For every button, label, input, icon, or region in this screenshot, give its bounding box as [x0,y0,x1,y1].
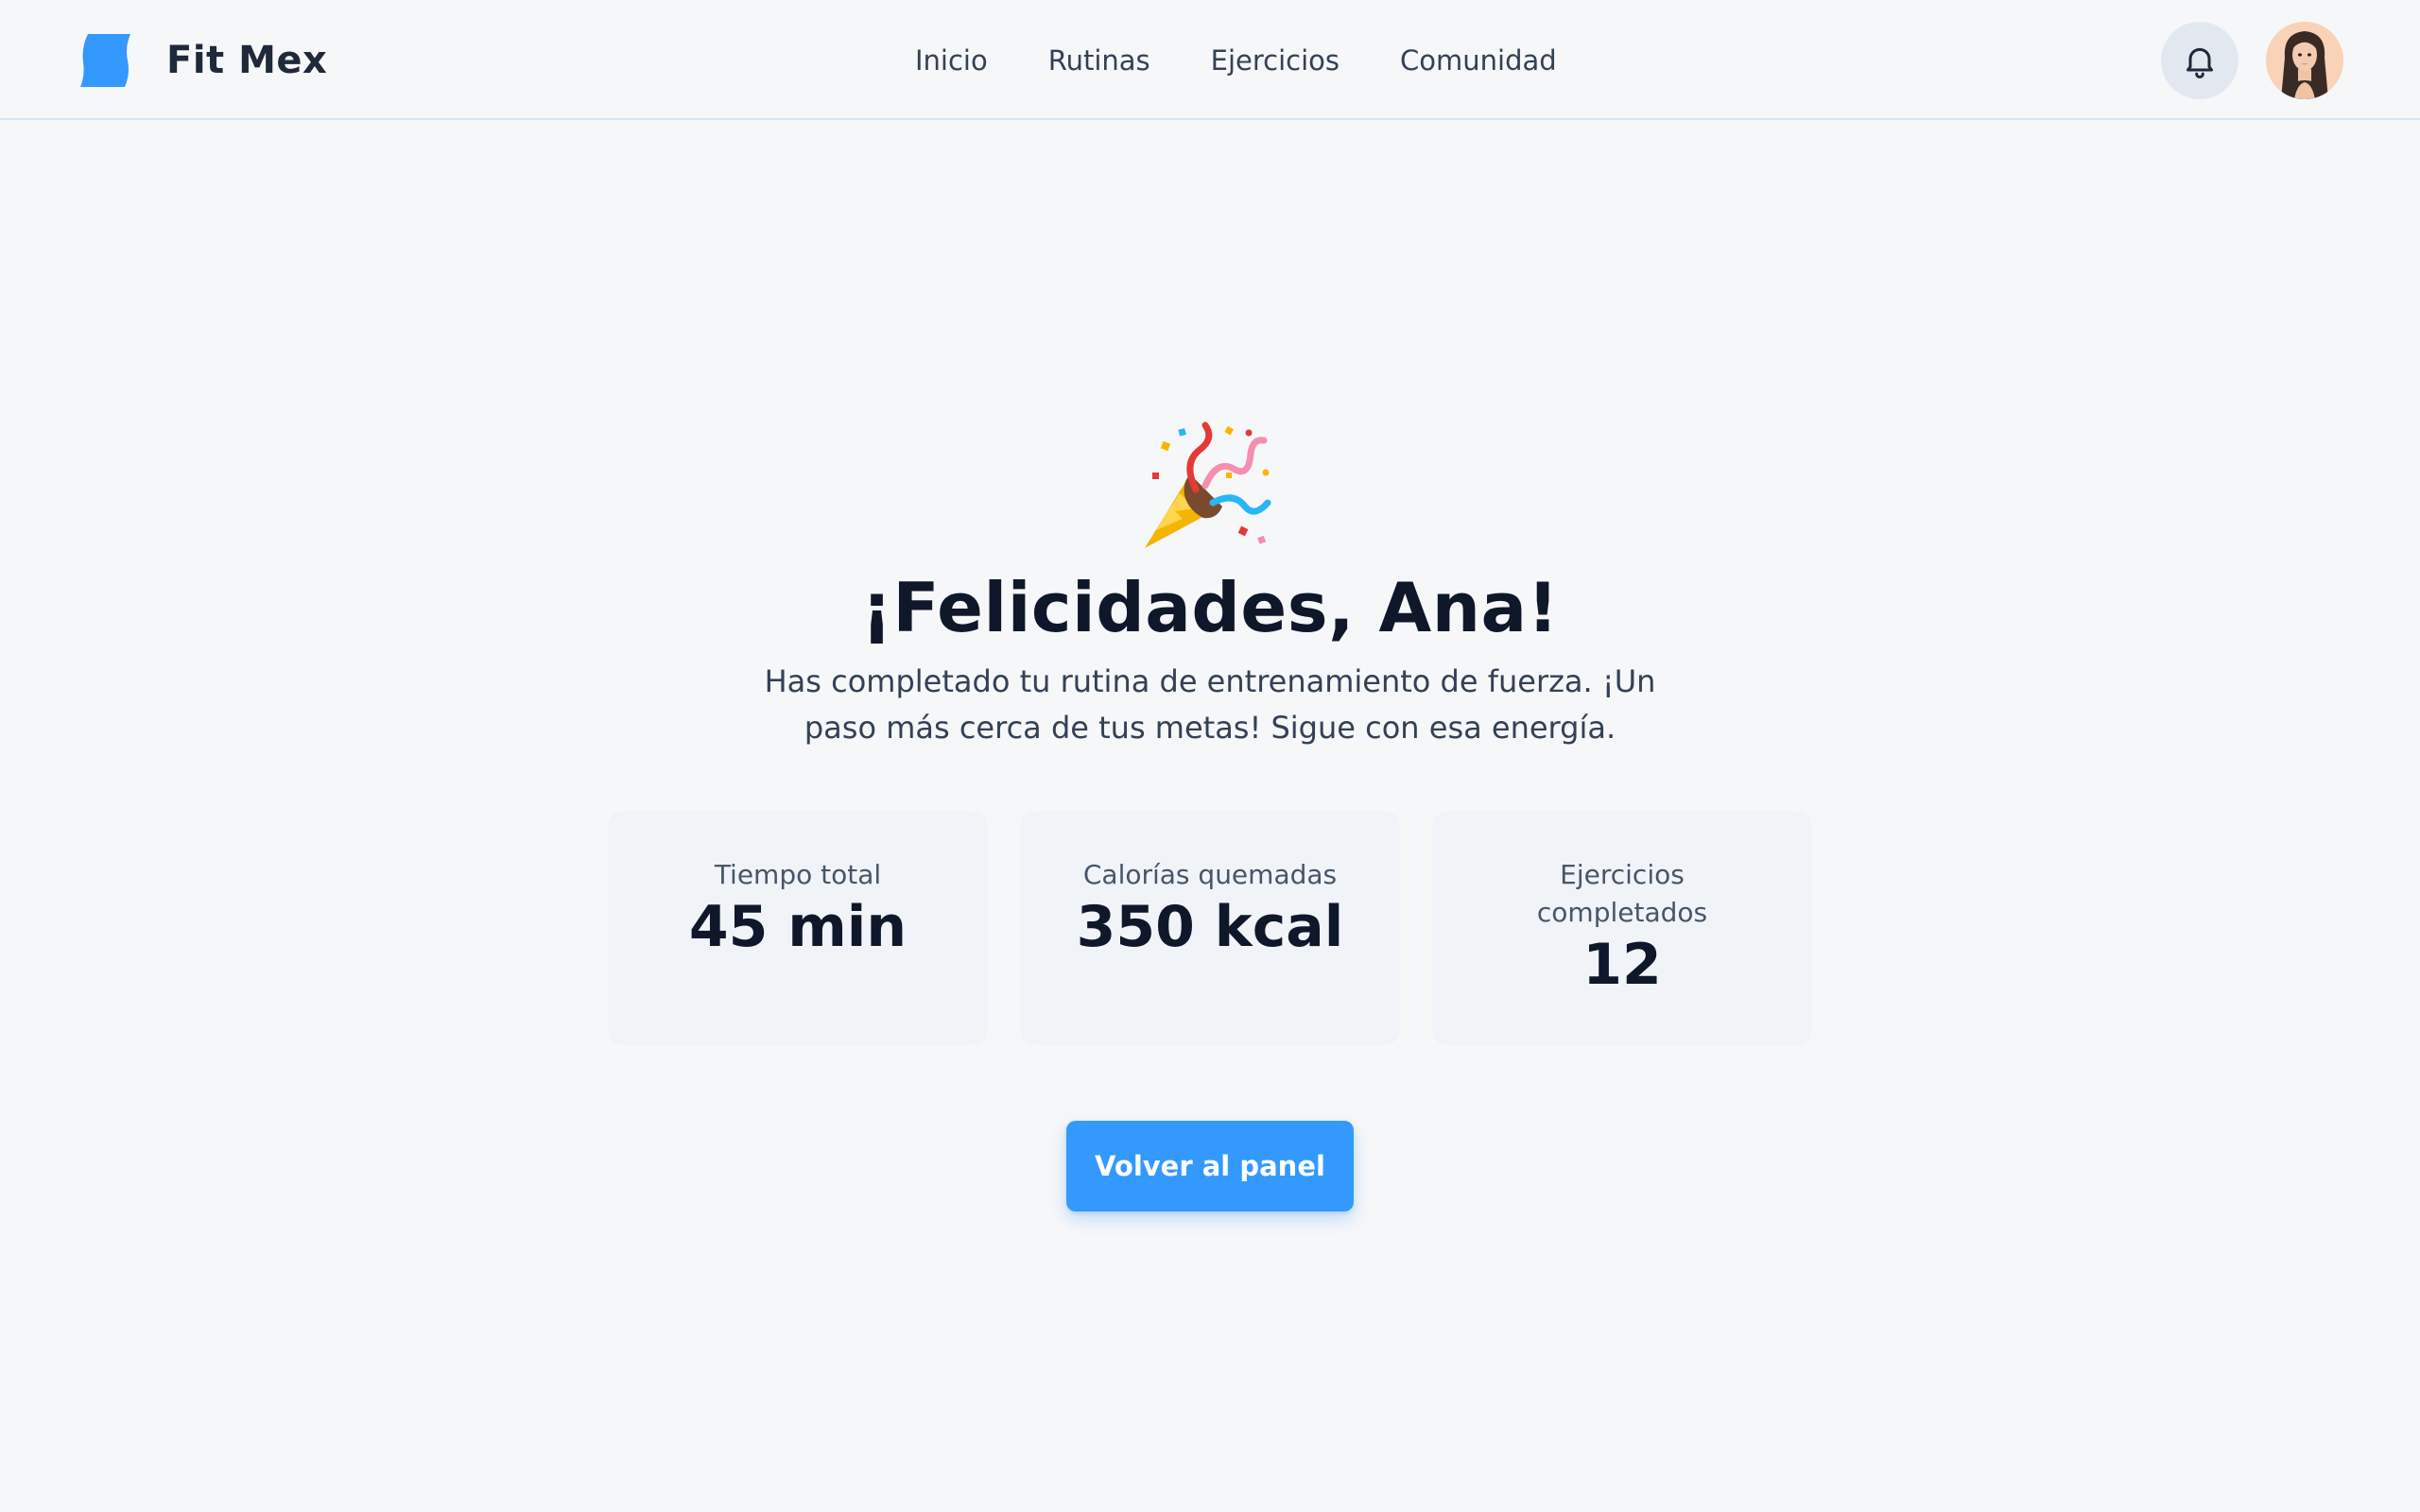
stat-card-calories: Calorías quemadas 350 kcal [1020,811,1400,1045]
stat-label: Ejercicios completados [1536,859,1708,928]
page-title: ¡Felicidades, Ana! [861,568,1559,647]
stat-label: Tiempo total [714,859,882,890]
avatar[interactable] [2266,22,2343,99]
main-nav: Inicio Rutinas Ejercicios Comunidad [915,42,1557,79]
bell-icon [2187,47,2213,78]
stat-value: 45 min [688,894,908,960]
nav-item-rutinas[interactable]: Rutinas [1048,42,1150,79]
top-navigation-bar: Fit Mex Inicio Rutinas Ejercicios Comuni… [0,0,2420,120]
stat-card-total-time: Tiempo total 45 min [608,811,988,1045]
nav-item-ejercicios[interactable]: Ejercicios [1211,42,1340,79]
stat-value: 350 kcal [1076,894,1344,960]
nav-item-inicio[interactable]: Inicio [915,42,988,79]
flag-logo-icon[interactable] [80,34,130,87]
stat-card-exercises: Ejercicios completados 12 [1432,811,1812,1045]
notifications-button[interactable] [2161,22,2238,99]
user-avatar-icon [2266,22,2343,99]
workout-stats: Tiempo total 45 min Calorías quemadas 35… [608,811,1812,1045]
nav-item-comunidad[interactable]: Comunidad [1400,42,1557,79]
brand-name[interactable]: Fit Mex [166,36,327,85]
back-to-dashboard-button[interactable]: Volver al panel [1066,1121,1354,1211]
stat-label: Calorías quemadas [1082,859,1338,890]
party-popper-icon [1145,421,1271,548]
page-subtitle: Has completado tu rutina de entrenamient… [764,663,1656,746]
stat-value: 12 [1582,932,1662,998]
